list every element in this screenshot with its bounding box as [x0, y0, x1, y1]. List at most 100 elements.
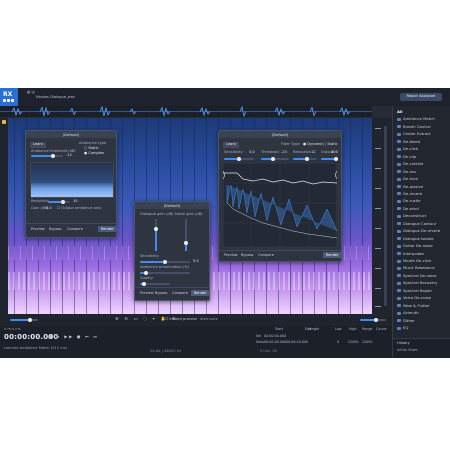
module-item-de-rustle[interactable]: De-rustle	[397, 197, 449, 204]
view-low[interactable]: 0	[337, 340, 339, 344]
window-title[interactable]: (Default)	[135, 202, 209, 209]
module-item-de-reverb[interactable]: De-reverb	[397, 190, 449, 197]
dialogue-gain-slider[interactable]	[154, 219, 158, 251]
learn-button[interactable]: Learn	[30, 142, 47, 148]
reduction-slider[interactable]	[293, 157, 317, 161]
learn-button[interactable]: Learn	[223, 142, 240, 148]
module-item-spectral-de-noise[interactable]: Spectral De-noise	[397, 272, 449, 279]
module-item-spectral-repair[interactable]: Spectral Repair	[397, 287, 449, 294]
reduction-value[interactable]: 10	[73, 199, 78, 204]
sensitivity-value[interactable]: 5.0	[193, 259, 199, 264]
spectral-denoise-window[interactable]: (Default) Learn Filter Type: ● Dynamic ○…	[218, 130, 342, 262]
module-item-guitar-de-noise[interactable]: Guitar De-noise	[397, 242, 449, 249]
module-label: De-rustle	[403, 198, 421, 204]
module-item-de-bleed[interactable]: De-bleed	[397, 138, 449, 145]
sensitivity-value[interactable]: 5.0	[249, 150, 255, 155]
module-item-voice-de-noise[interactable]: Voice De-noise	[397, 294, 449, 301]
spectrogram-contrast-slider[interactable]	[360, 318, 386, 322]
view-high[interactable]: 22050	[348, 340, 359, 344]
threshold-value[interactable]: -24	[281, 150, 287, 155]
history-entry[interactable]: Initial State	[397, 348, 418, 353]
header-low: Low	[335, 327, 342, 331]
compare-button[interactable]: Compare	[169, 290, 191, 296]
option-dynamic[interactable]: ● Dynamic	[303, 142, 323, 147]
reduction-slider[interactable]	[48, 200, 70, 204]
compare-button[interactable]: Compare	[64, 226, 86, 232]
app-logo[interactable]: RX	[0, 88, 18, 106]
module-label: Dialogue De-reverb	[403, 228, 441, 234]
module-item-deconstruct[interactable]: Deconstruct	[397, 212, 449, 219]
preview-button[interactable]: Preview	[28, 226, 48, 232]
sensitivity-slider[interactable]	[140, 260, 190, 264]
module-item-ambience-match[interactable]: Ambience Match	[397, 115, 449, 122]
output-value[interactable]: 100	[331, 150, 338, 155]
window-title[interactable]: (Default)	[26, 131, 116, 138]
option-static[interactable]: ○ Static	[323, 142, 338, 147]
module-item-dither[interactable]: Dither	[397, 317, 449, 324]
module-item-eq[interactable]: EQ	[397, 324, 449, 331]
module-item-mouth-de-click[interactable]: Mouth De-click	[397, 257, 449, 264]
module-item-de-clip[interactable]: De-clip	[397, 153, 449, 160]
threshold-slider[interactable]	[261, 157, 289, 161]
render-button[interactable]: Render	[98, 226, 117, 232]
view-range[interactable]: 22050	[362, 340, 373, 344]
output-slider[interactable]	[321, 157, 338, 161]
dialogue-isolate-window[interactable]: (Default) Dialogue gain (dB) Noise gain …	[134, 201, 210, 301]
waveform-opacity-slider[interactable]	[10, 318, 38, 322]
module-item-de-click[interactable]: De-click	[397, 145, 449, 152]
reduction-value[interactable]: 12	[311, 150, 316, 155]
file-tab[interactable]: Nicolas Dialogue_wav	[36, 95, 75, 100]
gain-value[interactable]: 0.0	[46, 206, 52, 211]
ambience-threshold-slider[interactable]	[31, 154, 63, 158]
instant-process-toggle[interactable]: ☐ Instant process	[165, 317, 197, 322]
module-item-de-ess[interactable]: De-ess	[397, 168, 449, 175]
frequency-scale	[372, 118, 392, 314]
module-item-azimuth[interactable]: Azimuth	[397, 309, 449, 316]
compare-button[interactable]: Compare	[255, 252, 277, 258]
view-end[interactable]: 00:00:10.000	[286, 340, 308, 344]
module-item-dialogue-de-reverb[interactable]: Dialogue De-reverb	[397, 227, 449, 234]
ambience-match-window[interactable]: (Default) Learn Ambience threshold (dB) …	[25, 130, 117, 238]
window-title[interactable]: (Default)	[219, 131, 341, 138]
grid-icon[interactable]: ▦ ▤	[27, 90, 35, 95]
module-label: De-clip	[403, 153, 417, 159]
time-format[interactable]: h:m:s.ms	[4, 327, 21, 332]
sensitivity-slider[interactable]	[224, 157, 254, 161]
transport-controls[interactable]: ■ ▶ ▶▶ ● ⏮ ⏭	[48, 334, 99, 339]
bypass-button[interactable]: Bypass	[46, 226, 65, 232]
module-item-dialogue-contour[interactable]: Dialogue Contour	[397, 220, 449, 227]
module-panel: All Ambience Match Breath Control Center Ex…	[392, 106, 450, 358]
render-button[interactable]: Render	[323, 252, 342, 258]
module-item-music-rebalance[interactable]: Music Rebalance	[397, 264, 449, 271]
module-item-de-crackle[interactable]: De-crackle	[397, 160, 449, 167]
view-start[interactable]: 00:00:00.000	[264, 340, 286, 344]
module-icon	[397, 266, 401, 270]
bypass-button[interactable]: Bypass	[152, 290, 171, 296]
module-item-interpolate[interactable]: Interpolate	[397, 250, 449, 257]
sel-start[interactable]: 00:00:00.000	[264, 334, 286, 338]
module-item-dialogue-isolate[interactable]: Dialogue Isolate	[397, 235, 449, 242]
option-complex[interactable]: ● Complex	[84, 151, 104, 156]
quality-slider[interactable]	[140, 282, 170, 286]
noise-gain-slider[interactable]	[184, 219, 188, 251]
noise-profile-graph[interactable]	[223, 163, 337, 247]
spectrogram-toolbar: ⊕ ⊖ ▭ ◌ ⌖ ✋ ⟲ ☐ Instant process Attenuat…	[0, 314, 392, 326]
module-item-all[interactable]: All	[397, 108, 449, 115]
output-ambience-only-checkbox[interactable]: ☐ Output ambience only	[57, 206, 101, 211]
render-button[interactable]: Render	[191, 290, 210, 296]
bypass-button[interactable]: Bypass	[238, 252, 257, 258]
ambience-threshold-value[interactable]: -12	[66, 153, 72, 158]
module-item-de-hum[interactable]: De-hum	[397, 175, 449, 182]
module-item-wow-flutter[interactable]: Wow & Flutter	[397, 302, 449, 309]
ambience-preservation-slider[interactable]	[140, 271, 190, 275]
module-item-de-wind[interactable]: De-wind	[397, 205, 449, 212]
instant-process-mode[interactable]: Attenuate	[200, 317, 218, 322]
repair-assistant-button[interactable]: Repair Assistant	[400, 93, 442, 101]
overview-waveform[interactable]	[0, 106, 372, 117]
playhead-marker-icon[interactable]	[2, 120, 6, 124]
module-item-center-extract[interactable]: Center Extract	[397, 130, 449, 137]
module-icon	[397, 140, 401, 144]
module-item-breath-control[interactable]: Breath Control	[397, 123, 449, 130]
module-item-spectral-recovery[interactable]: Spectral Recovery	[397, 279, 449, 286]
module-item-de-plosive[interactable]: De-plosive	[397, 183, 449, 190]
